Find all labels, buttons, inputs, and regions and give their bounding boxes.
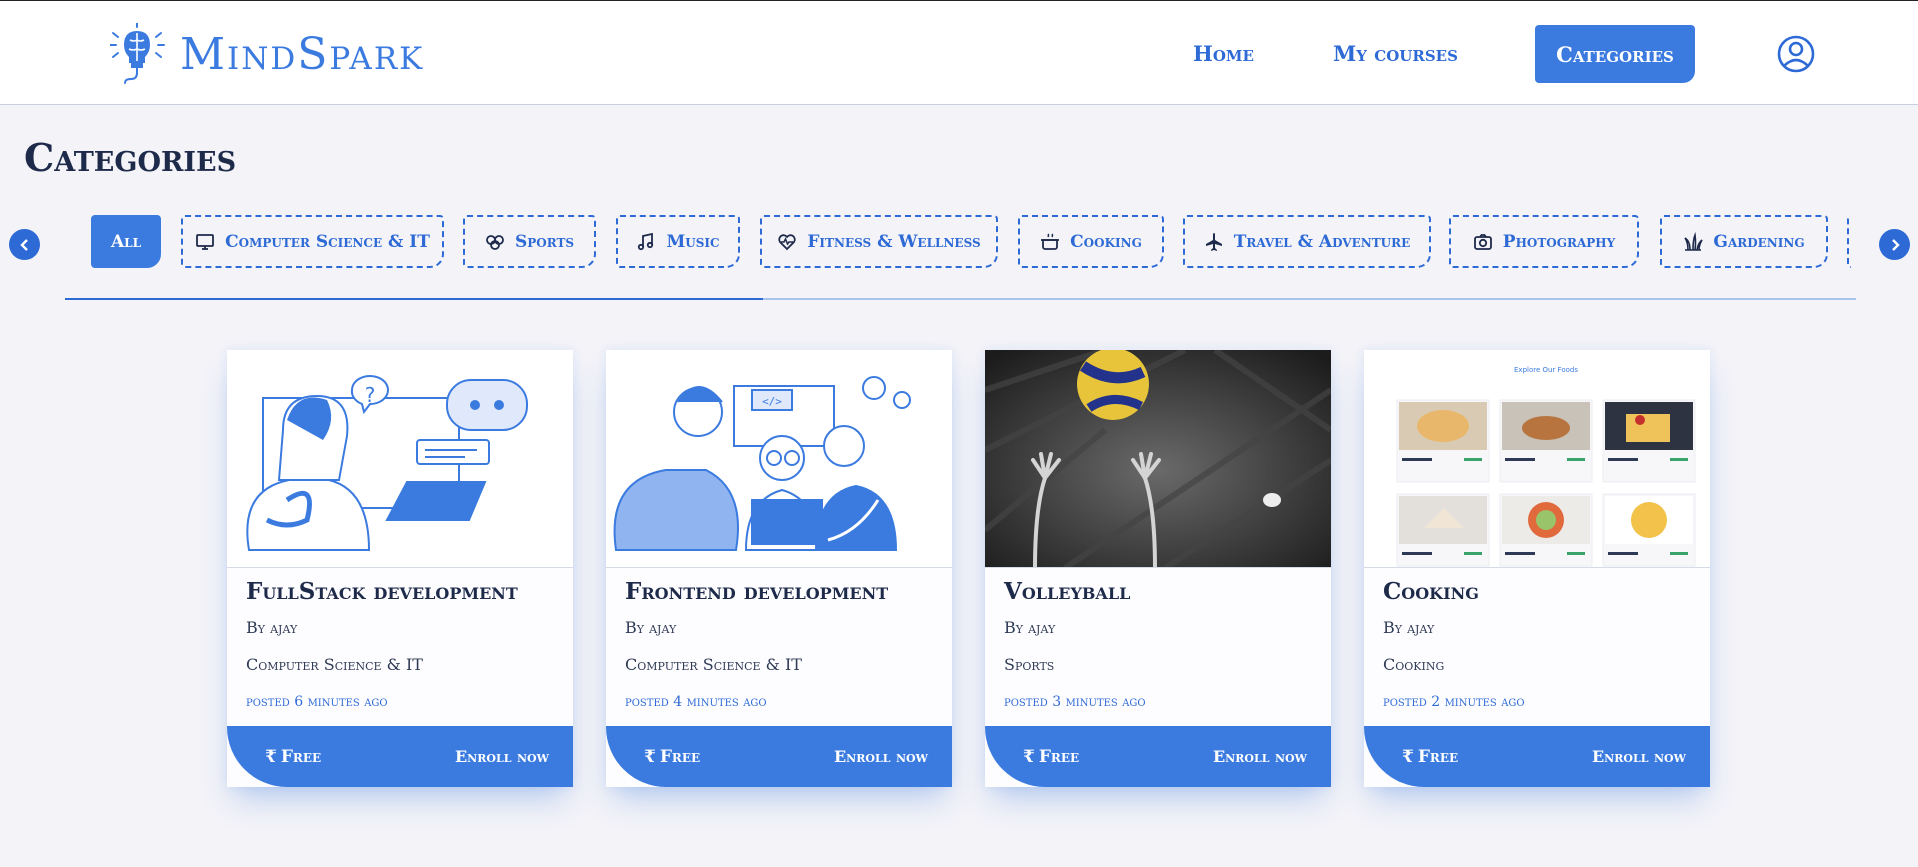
category-chip-more[interactable] [1847,215,1851,268]
course-price: ₹ Free [265,747,321,767]
course-card[interactable]: </> Frontend development By ajay Compute… [606,350,952,787]
course-thumbnail: </> [606,350,952,568]
category-chip-list: All Computer Science & IT Sports Music F… [91,215,1851,270]
category-chip-fitness[interactable]: Fitness & Wellness [760,215,998,268]
plant-icon [1684,231,1704,251]
pot-icon [1041,232,1060,250]
course-author: By ajay [1383,618,1435,637]
course-thumbnail: ? [227,350,573,568]
course-price: ₹ Free [1023,747,1079,767]
music-icon [638,232,654,250]
course-author: By ajay [1004,618,1056,637]
course-price-label: Free [1038,746,1080,767]
page-title: Categories [24,135,237,180]
course-thumbnail [985,350,1331,568]
category-scroll-progress [65,298,764,300]
monitor-icon [196,233,215,250]
course-author: By ajay [246,618,298,637]
category-scroll-track [65,298,1856,300]
course-category: Computer Science & IT [625,655,802,674]
category-chip-gardening[interactable]: Gardening [1660,215,1828,268]
camera-icon [1473,233,1492,250]
course-card-footer: ₹ Free Enroll now [227,726,573,787]
nav-my-courses-link[interactable]: My courses [1333,41,1458,66]
svg-text:?: ? [365,383,376,407]
course-category: Computer Science & IT [246,655,423,674]
thumb-header-text: Explore Our Foods [1514,366,1578,374]
category-chip-label: All [110,231,142,252]
course-price-label: Free [1417,746,1459,767]
nav-home-link[interactable]: Home [1193,41,1254,66]
course-category: Sports [1004,655,1055,674]
enroll-now-button[interactable]: Enroll now [834,747,928,766]
course-title: Cooking [1383,578,1479,605]
course-posted-time: posted 2 minutes ago [1383,694,1525,710]
scroll-left-button[interactable] [9,229,40,260]
category-chip-travel[interactable]: Travel & Adventure [1183,215,1431,268]
course-card[interactable]: Explore Our Foods Cooking By ajay Cookin… [1364,350,1710,787]
course-card-footer: ₹ Free Enroll now [606,726,952,787]
course-card[interactable]: Volleyball By ajay Sports posted 3 minut… [985,350,1331,787]
course-price-label: Free [280,746,322,767]
course-author: By ajay [625,618,677,637]
category-chip-music[interactable]: Music [616,215,740,268]
chevron-right-icon [1891,238,1900,251]
rupee-icon: ₹ [265,746,277,767]
category-chip-all[interactable]: All [91,215,161,268]
category-chip-label: Computer Science & IT [225,231,430,252]
rupee-icon: ₹ [1402,746,1414,767]
course-price-label: Free [659,746,701,767]
category-chip-photography[interactable]: Photography [1449,215,1639,268]
course-card-footer: ₹ Free Enroll now [1364,726,1710,787]
brand-name: MindSpark [180,28,425,80]
course-category: Cooking [1383,655,1445,674]
category-chip-label: Cooking [1070,231,1142,252]
category-chip-label: Travel & Adventure [1233,231,1411,252]
heart-pulse-icon [778,233,797,250]
course-card-footer: ₹ Free Enroll now [985,726,1331,787]
enroll-now-button[interactable]: Enroll now [1213,747,1307,766]
svg-text:</>: </> [762,395,782,408]
chevron-left-icon [19,238,28,251]
category-chip-cooking[interactable]: Cooking [1018,215,1164,268]
sports-icon [486,234,504,250]
course-title: Frontend development [625,578,889,605]
category-chip-computer-science[interactable]: Computer Science & IT [181,215,444,268]
category-chip-label: Music [666,231,720,252]
rupee-icon: ₹ [644,746,656,767]
enroll-now-button[interactable]: Enroll now [1592,747,1686,766]
enroll-now-button[interactable]: Enroll now [455,747,549,766]
course-title: Volleyball [1004,578,1131,605]
course-title: FullStack development [246,578,518,605]
category-chip-label: Photography [1502,231,1616,252]
rupee-icon: ₹ [1023,746,1035,767]
nav-categories-link[interactable]: Categories [1535,25,1695,83]
course-posted-time: posted 3 minutes ago [1004,694,1146,710]
scroll-right-button[interactable] [1879,229,1910,260]
category-chip-label: Gardening [1713,231,1805,252]
course-thumbnail: Explore Our Foods [1364,350,1710,568]
top-navbar: MindSpark Home My courses Categories [0,0,1918,105]
category-chip-label: Fitness & Wellness [807,231,981,252]
course-posted-time: posted 6 minutes ago [246,694,388,710]
course-price: ₹ Free [1402,747,1458,767]
course-posted-time: posted 4 minutes ago [625,694,767,710]
user-circle-icon[interactable] [1776,34,1816,74]
course-price: ₹ Free [644,747,700,767]
brand-logo[interactable]: MindSpark [110,23,424,85]
category-chip-sports[interactable]: Sports [463,215,596,268]
lightbulb-brain-icon [110,23,165,84]
category-chip-label: Sports [514,231,575,252]
course-card[interactable]: ? FullStack development By ajay Computer… [227,350,573,787]
plane-icon [1205,232,1222,251]
